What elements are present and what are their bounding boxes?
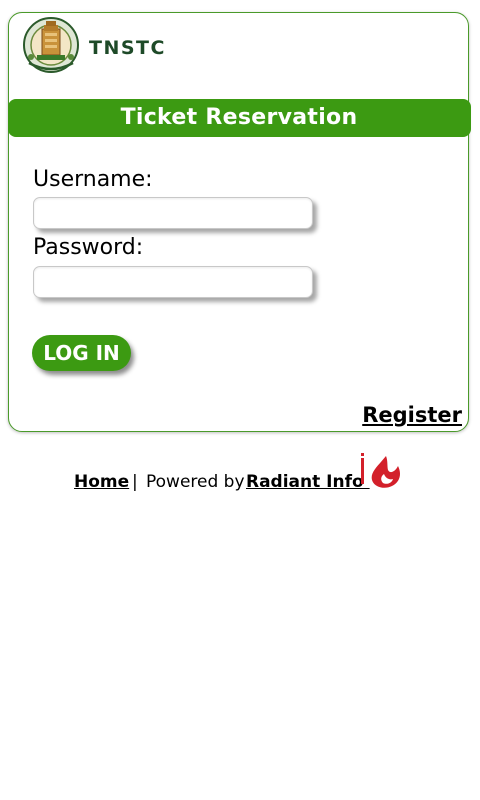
footer: Home | Powered by Radiant Info — [0, 452, 480, 492]
password-field[interactable] — [33, 266, 313, 298]
password-label: Password: — [33, 235, 144, 260]
register-link[interactable]: Register — [362, 403, 462, 427]
tamil-nadu-emblem-icon — [23, 17, 79, 73]
header: TNSTC — [9, 13, 468, 99]
footer-separator: | — [132, 472, 138, 492]
powered-by-text: Powered by — [146, 472, 245, 492]
home-link[interactable]: Home — [74, 472, 129, 492]
radiant-info-link[interactable]: Radiant Info — [246, 472, 370, 492]
login-button[interactable]: LOG IN — [32, 335, 131, 371]
brand-title: TNSTC — [89, 37, 166, 59]
radiant-logo-icon — [361, 453, 400, 488]
username-field[interactable] — [33, 197, 313, 229]
username-label: Username: — [33, 167, 153, 192]
login-card: TNSTC Ticket Reservation Username: Passw… — [7, 12, 471, 432]
page-title: Ticket Reservation — [7, 99, 471, 137]
